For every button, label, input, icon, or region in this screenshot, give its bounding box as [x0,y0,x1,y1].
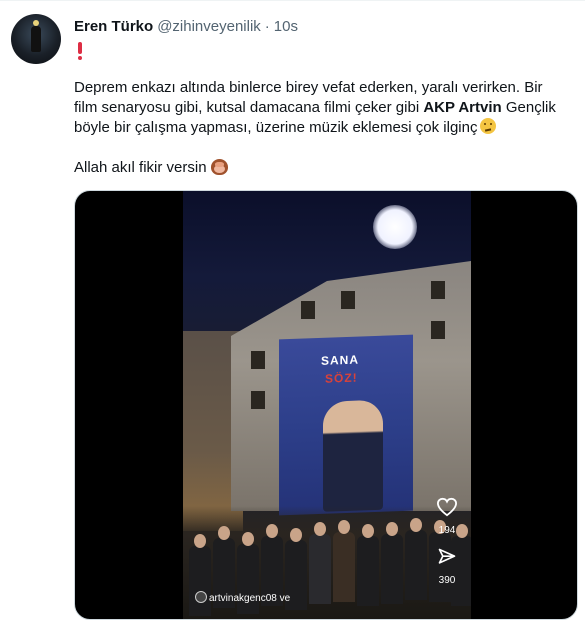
tweet-text-line-2: film senaryosu gibi, kutsal damacana fil… [74,98,556,118]
share-icon[interactable] [437,547,457,567]
heart-icon[interactable] [436,497,458,517]
avatar-figure [31,26,41,52]
video-frame[interactable]: SANA SÖZ! 194 390 artvinakgenc08 ve [183,191,471,619]
tweet-text-line-4-text: Allah akıl fikir versin [74,159,207,176]
tweet-time[interactable]: 10s [274,18,298,35]
banner: SANA SÖZ! [279,334,413,516]
top-divider [0,0,585,1]
author-name[interactable]: Eren Türko [74,18,153,35]
separator-dot: · [264,17,270,35]
share-count: 390 [438,575,456,586]
tweet-text-bold: AKP Artvin [423,99,502,116]
tweet-text-line-2-start: film senaryosu gibi, kutsal damacana fil… [74,99,420,116]
like-count: 194 [438,525,456,536]
tweet-text-line-3: böyle bir çalışma yapması, üzerine müzik… [74,118,554,138]
see-no-evil-monkey-icon [210,159,228,175]
tweet-header: Eren Türko @zihinveyenilik · 10s [74,16,298,36]
avatar[interactable] [11,14,61,64]
moon [373,205,417,249]
confused-face-icon [480,118,497,134]
tweet-text-line-1: Deprem enkazı altında binlerce birey vef… [74,79,543,96]
red-exclamation-icon [77,42,83,60]
tweet-text-line-3-text: böyle bir çalışma yapması, üzerine müzik… [74,119,478,136]
author-handle[interactable]: @zihinveyenilik [157,18,261,35]
banner-text-2: SÖZ! [325,370,358,386]
banner-text-1: SANA [321,352,360,368]
banner-person [323,399,383,512]
tweet-text-line-2-end: Gençlik [505,99,556,116]
tweet-text: Deprem enkazı altında binlerce birey vef… [74,78,556,178]
video-media[interactable]: SANA SÖZ! 194 390 artvinakgenc08 ve [74,190,578,620]
video-account-avatar [195,591,207,603]
video-account-label: artvinakgenc08 ve [209,593,291,604]
tweet-text-line-4: Allah akıl fikir versin [74,158,554,178]
